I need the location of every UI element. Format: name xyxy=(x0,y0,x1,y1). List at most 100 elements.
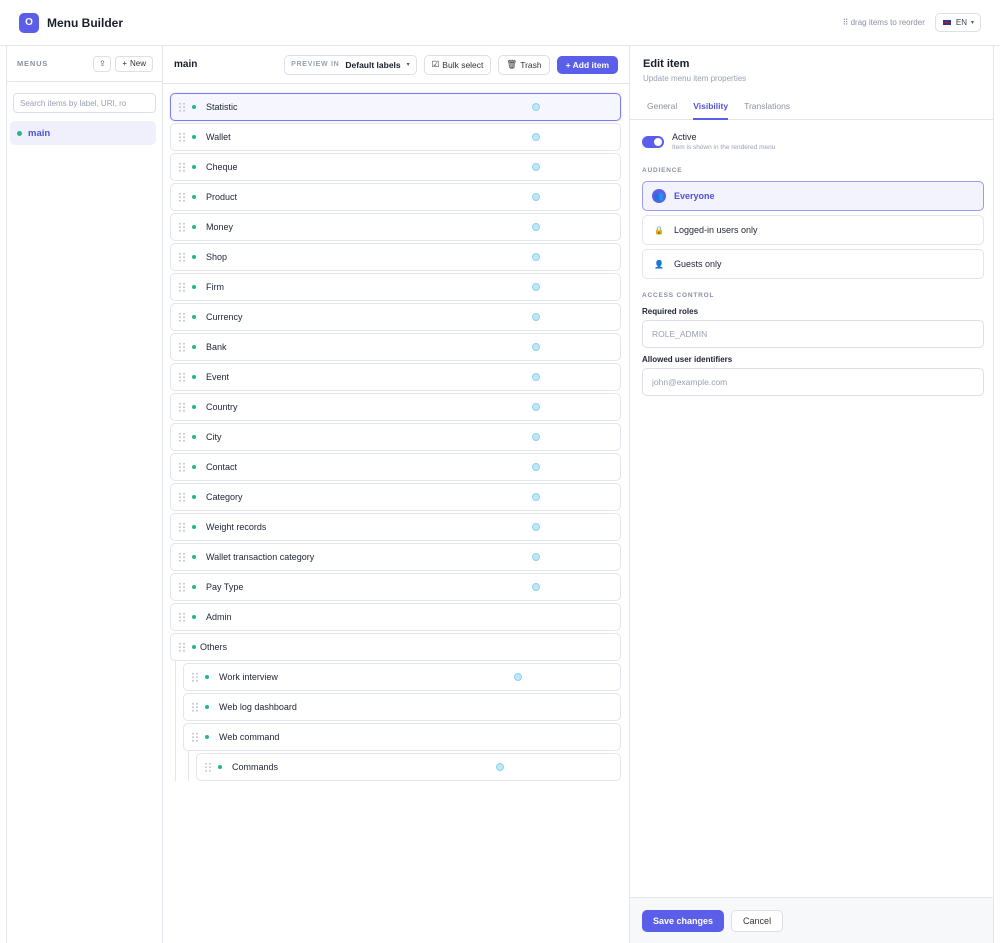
tab-translations[interactable]: Translations xyxy=(744,94,790,120)
drag-handle-icon[interactable] xyxy=(178,311,186,323)
drag-handle-icon[interactable] xyxy=(178,401,186,413)
drag-handle-icon[interactable] xyxy=(178,131,186,143)
drag-handle-icon[interactable] xyxy=(178,221,186,233)
menu-item-row[interactable]: Statistic xyxy=(170,93,621,121)
tab-visibility[interactable]: Visibility xyxy=(693,94,729,120)
app-logo: O xyxy=(19,12,39,33)
audience-label: Guests only xyxy=(674,259,722,269)
drag-handle-icon[interactable] xyxy=(178,521,186,533)
drag-handle-icon[interactable] xyxy=(178,461,186,473)
menu-item-label: Contact xyxy=(206,462,238,472)
globe-icon xyxy=(532,403,540,411)
menu-item-row[interactable]: Wallet transaction category xyxy=(170,543,621,571)
globe-icon xyxy=(532,193,540,201)
menu-item-row[interactable]: Event xyxy=(170,363,621,391)
menu-item-row[interactable]: Admin xyxy=(170,603,621,631)
bulk-select-button[interactable]: ☑ Bulk select xyxy=(423,54,492,75)
menu-item-row[interactable]: Bank xyxy=(170,333,621,361)
drag-handle-icon[interactable] xyxy=(204,761,212,773)
menu-item-row[interactable]: Category xyxy=(170,483,621,511)
search-input[interactable] xyxy=(13,93,156,113)
preview-selector[interactable]: PREVIEW IN Default labels ▾ xyxy=(284,54,417,75)
menu-item-row[interactable]: Country xyxy=(170,393,621,421)
upload-icon: ⇪ xyxy=(98,59,106,68)
drag-handle-icon[interactable] xyxy=(178,551,186,563)
new-menu-button[interactable]: + New xyxy=(115,55,153,72)
allowed-users-input[interactable] xyxy=(642,368,984,396)
menu-item-label: Work interview xyxy=(219,672,278,682)
menu-item-row[interactable]: Weight records xyxy=(170,513,621,541)
menu-item-row[interactable]: Cheque xyxy=(170,153,621,181)
audience-guests[interactable]: 👤 Guests only xyxy=(642,249,984,279)
status-dot xyxy=(192,435,196,439)
top-bar: O Menu Builder ⠿ drag items to reorder E… xyxy=(0,0,1000,46)
menu-item-main[interactable]: main xyxy=(10,121,156,145)
status-dot xyxy=(192,375,196,379)
menu-item-row[interactable]: Work interview xyxy=(183,663,621,691)
status-dot xyxy=(205,735,209,739)
import-button[interactable]: ⇪ xyxy=(93,55,112,72)
menu-item-row[interactable]: Commands xyxy=(196,753,621,781)
tab-general[interactable]: General xyxy=(647,94,677,120)
menu-item-row[interactable]: Others xyxy=(170,633,621,661)
status-dot xyxy=(192,165,196,169)
required-roles-input[interactable] xyxy=(642,320,984,348)
status-dot xyxy=(192,555,196,559)
save-changes-button[interactable]: Save changes xyxy=(642,909,725,932)
status-dot xyxy=(192,255,196,259)
menu-item-row[interactable]: Firm xyxy=(170,273,621,301)
menu-item-row[interactable]: Product xyxy=(170,183,621,211)
menu-item-label: Bank xyxy=(206,342,227,352)
drag-handle-icon[interactable] xyxy=(178,341,186,353)
editor-footer: Save changes Cancel xyxy=(630,897,993,943)
app-title: Menu Builder xyxy=(47,15,124,30)
menu-item-label: Shop xyxy=(206,252,228,262)
menu-item-label: Cheque xyxy=(206,162,238,172)
drag-handle-icon[interactable] xyxy=(178,641,186,653)
menu-item-row[interactable]: Wallet xyxy=(170,123,621,151)
menu-item-row[interactable]: Web log dashboard xyxy=(183,693,621,721)
menu-item-label: Category xyxy=(206,492,243,502)
drag-handle-icon[interactable] xyxy=(178,101,186,113)
cancel-button[interactable]: Cancel xyxy=(731,909,784,932)
active-toggle[interactable] xyxy=(642,136,664,148)
add-item-button[interactable]: + Add item xyxy=(556,55,618,74)
menu-item-label: Event xyxy=(206,372,230,382)
drag-handle-icon[interactable] xyxy=(178,161,186,173)
checkbox-icon: ☑ xyxy=(431,59,440,69)
menus-title: MENUS xyxy=(17,59,49,68)
globe-icon xyxy=(532,133,540,141)
drag-handle-icon[interactable] xyxy=(178,251,186,263)
drag-handle-icon[interactable] xyxy=(191,701,199,713)
preview-value: Default labels xyxy=(345,59,401,70)
menu-item-row[interactable]: City xyxy=(170,423,621,451)
menu-item-row[interactable]: Shop xyxy=(170,243,621,271)
audience-label: Everyone xyxy=(674,191,715,201)
menu-item-row[interactable]: Contact xyxy=(170,453,621,481)
menu-item-row[interactable]: Currency xyxy=(170,303,621,331)
menu-item-label: Commands xyxy=(232,762,279,772)
drag-handle-icon[interactable] xyxy=(191,731,199,743)
drag-handle-icon[interactable] xyxy=(178,581,186,593)
menu-item-label: Admin xyxy=(206,612,232,622)
menu-item-label: Country xyxy=(206,402,238,412)
globe-icon xyxy=(532,103,540,111)
audience-logged-in[interactable]: 🔒 Logged-in users only xyxy=(642,215,984,245)
language-selector[interactable]: EN ▾ xyxy=(934,13,981,32)
drag-handle-icon[interactable] xyxy=(178,431,186,443)
plus-icon: + xyxy=(122,59,127,68)
drag-handle-icon[interactable] xyxy=(178,281,186,293)
menu-item-row[interactable]: Pay Type xyxy=(170,573,621,601)
menu-item-row[interactable]: Web command xyxy=(183,723,621,751)
menu-item-row[interactable]: Money xyxy=(170,213,621,241)
drag-handle-icon[interactable] xyxy=(178,191,186,203)
panel-subtitle: Update menu item properties xyxy=(643,74,747,83)
trash-button[interactable]: 🗑 Trash xyxy=(498,54,550,75)
edit-item-panel: Edit item Update menu item properties Ge… xyxy=(629,46,994,943)
audience-everyone[interactable]: 👥 Everyone xyxy=(642,181,984,211)
drag-handle-icon[interactable] xyxy=(178,611,186,623)
drag-handle-icon[interactable] xyxy=(191,671,199,683)
caret-down-icon: ▾ xyxy=(406,62,410,68)
drag-handle-icon[interactable] xyxy=(178,491,186,503)
drag-handle-icon[interactable] xyxy=(178,371,186,383)
